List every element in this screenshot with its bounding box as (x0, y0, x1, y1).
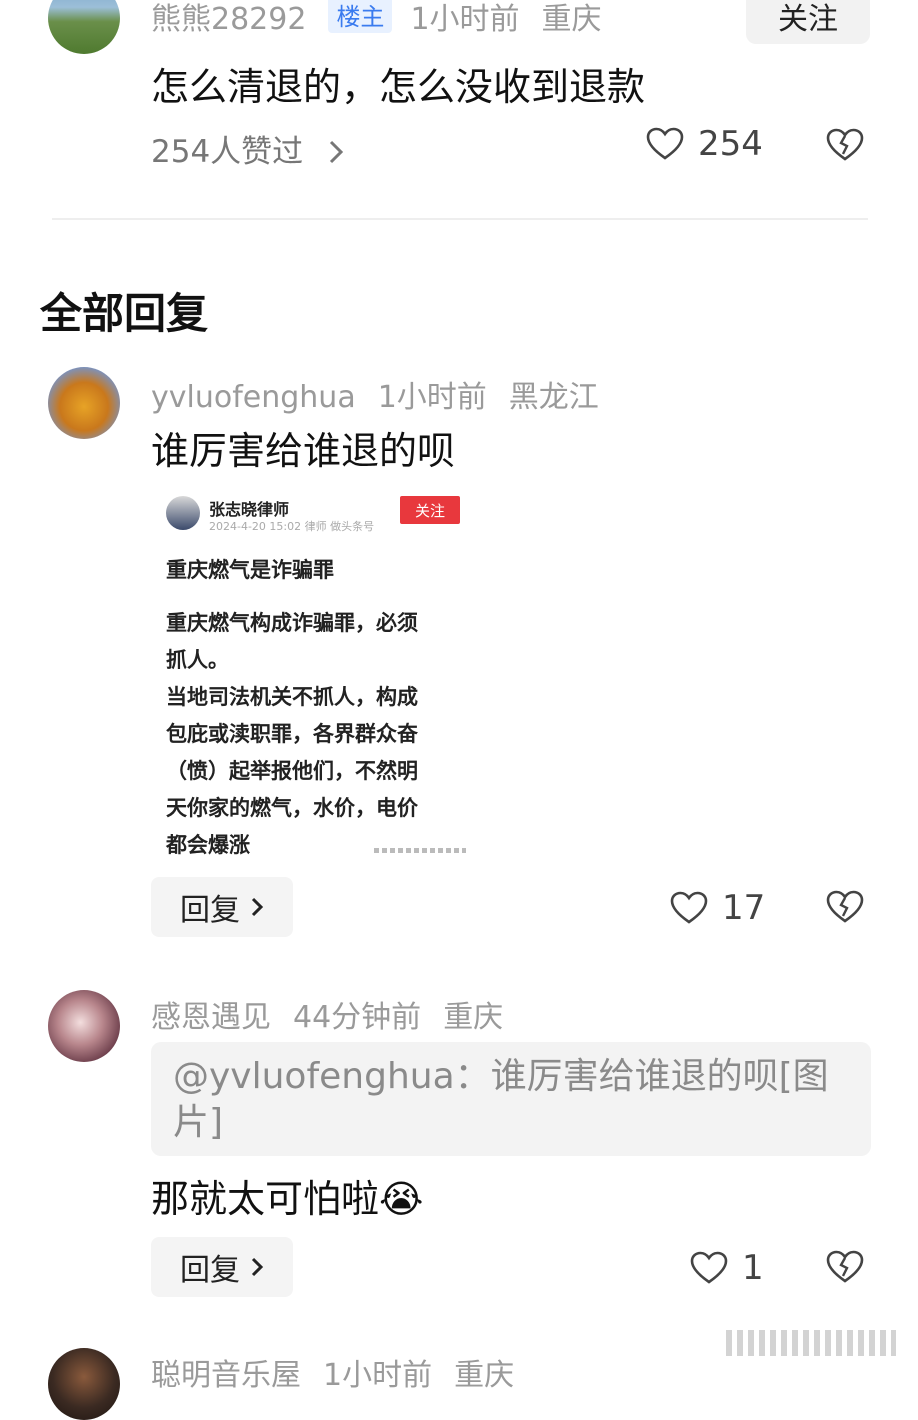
comment-meta: 熊熊28292 楼主 1小时前 重庆 (151, 0, 624, 38)
avatar[interactable] (48, 367, 120, 439)
likers-text: 254人赞过 (151, 134, 304, 170)
reply-label: 回复 (180, 893, 240, 928)
divider (52, 218, 868, 220)
section-title: 全部回复 (40, 289, 209, 338)
comment-text: 那就太可怕啦😭 (151, 1177, 424, 1221)
username[interactable]: 感恩遇见 (151, 1000, 271, 1035)
chevron-right-icon (329, 140, 344, 164)
like-button[interactable]: 1 (690, 1248, 764, 1288)
dislike-button[interactable] (826, 1250, 864, 1288)
dislike-button[interactable] (826, 890, 864, 928)
watermark (726, 1330, 896, 1356)
comment-meta: yvluofenghua 1小时前 黑龙江 (151, 372, 621, 416)
image-text-line: 包庇或渎职罪，各界群众奋 (166, 722, 418, 746)
comment-meta: 聪明音乐屋 1小时前 重庆 (151, 1350, 536, 1394)
comment-text: 怎么清退的，怎么没收到退款 (151, 65, 646, 109)
avatar[interactable] (48, 0, 120, 54)
location: 重庆 (541, 2, 602, 37)
username[interactable]: 熊熊28292 (151, 2, 306, 37)
image-subtitle: 2024-4-20 15:02 律师 做头条号 (209, 520, 375, 533)
reply-button[interactable]: 回复 (151, 877, 293, 937)
broken-heart-icon (826, 1250, 864, 1283)
location: 重庆 (443, 1000, 504, 1035)
like-count: 1 (742, 1248, 764, 1288)
username[interactable]: yvluofenghua (151, 380, 356, 415)
image-author: 张志晓律师 (209, 500, 290, 519)
reply-button[interactable]: 回复 (151, 1237, 293, 1297)
avatar[interactable] (48, 990, 120, 1062)
comment-meta: 感恩遇见 44分钟前 重庆 (151, 992, 525, 1036)
comment-text: 谁厉害给谁退的呗 (151, 429, 456, 473)
timestamp: 1小时前 (377, 380, 487, 415)
image-text-line: 重庆燃气构成诈骗罪，必须 (166, 611, 418, 635)
timestamp: 1小时前 (323, 1358, 433, 1393)
broken-heart-icon (826, 890, 864, 923)
heart-icon (646, 127, 684, 160)
image-text-line: 天你家的燃气，水价，电价 (166, 796, 418, 820)
like-count: 17 (722, 888, 766, 928)
image-text-line: （愤）起举报他们，不然明 (166, 759, 418, 783)
image-avatar (166, 496, 200, 530)
like-button[interactable]: 17 (670, 888, 765, 928)
image-text-line: 都会爆涨 (166, 833, 250, 857)
broken-heart-icon (826, 128, 864, 161)
dislike-button[interactable] (826, 128, 864, 166)
like-count: 254 (698, 124, 763, 164)
location: 黑龙江 (508, 380, 599, 415)
image-text-line: 抓人。 (166, 648, 229, 672)
like-button[interactable]: 254 (646, 124, 763, 164)
chevron-right-icon (251, 1257, 264, 1277)
quoted-reply[interactable]: @yvluofenghua：谁厉害给谁退的呗[图片] (151, 1042, 871, 1156)
likers-link[interactable]: 254人赞过 (151, 126, 345, 171)
image-follow-badge: 关注 (400, 496, 460, 524)
reply-label: 回复 (180, 1253, 240, 1288)
op-badge: 楼主 (328, 0, 393, 33)
timestamp: 1小时前 (410, 2, 520, 37)
comment-image[interactable]: 张志晓律师 2024-4-20 15:02 律师 做头条号 关注 重庆燃气是诈骗… (152, 482, 482, 860)
avatar[interactable] (48, 1348, 120, 1420)
heart-icon (690, 1251, 728, 1284)
username[interactable]: 聪明音乐屋 (151, 1358, 301, 1393)
heart-icon (670, 891, 708, 924)
image-title: 重庆燃气是诈骗罪 (166, 558, 334, 582)
timestamp: 44分钟前 (293, 1000, 422, 1035)
location: 重庆 (454, 1358, 515, 1393)
chevron-right-icon (251, 897, 264, 917)
follow-button[interactable]: 关注 (746, 0, 870, 44)
image-watermark-mark (374, 848, 466, 853)
image-text-line: 当地司法机关不抓人，构成 (166, 685, 418, 709)
